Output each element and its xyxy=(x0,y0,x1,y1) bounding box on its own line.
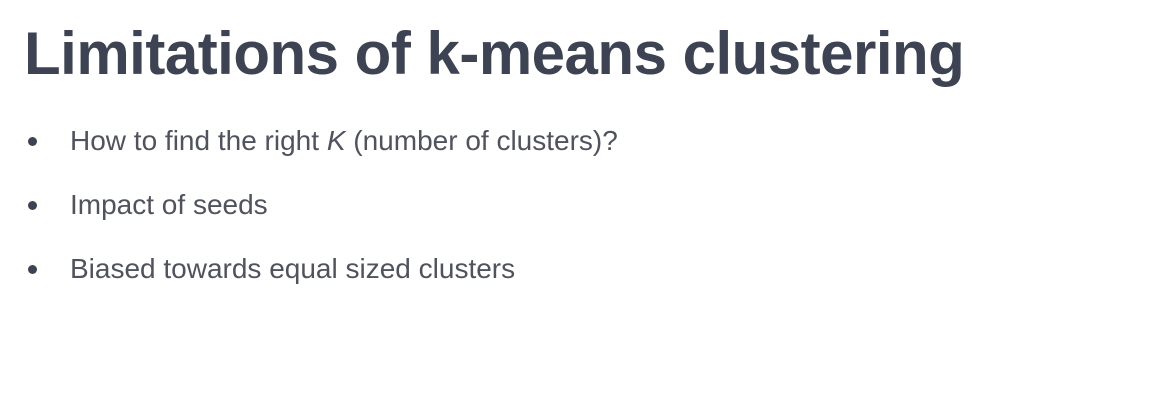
bullet-text-end: (number of clusters)? xyxy=(345,125,618,156)
slide: Limitations of k-means clustering How to… xyxy=(0,0,1154,418)
bullet-text-start: How to find the right xyxy=(70,125,327,156)
bullet-icon xyxy=(28,201,37,210)
bullet-icon xyxy=(28,265,37,274)
bullet-text: Biased towards equal sized clusters xyxy=(70,253,516,284)
slide-title: Limitations of k-means clustering xyxy=(24,20,965,87)
bullet-text-emphasis: K xyxy=(326,125,346,156)
bullet-text: How to find the right K (number of clust… xyxy=(70,118,618,164)
bullet-icon xyxy=(28,137,37,146)
bullet-text: Impact of seeds xyxy=(70,189,268,220)
